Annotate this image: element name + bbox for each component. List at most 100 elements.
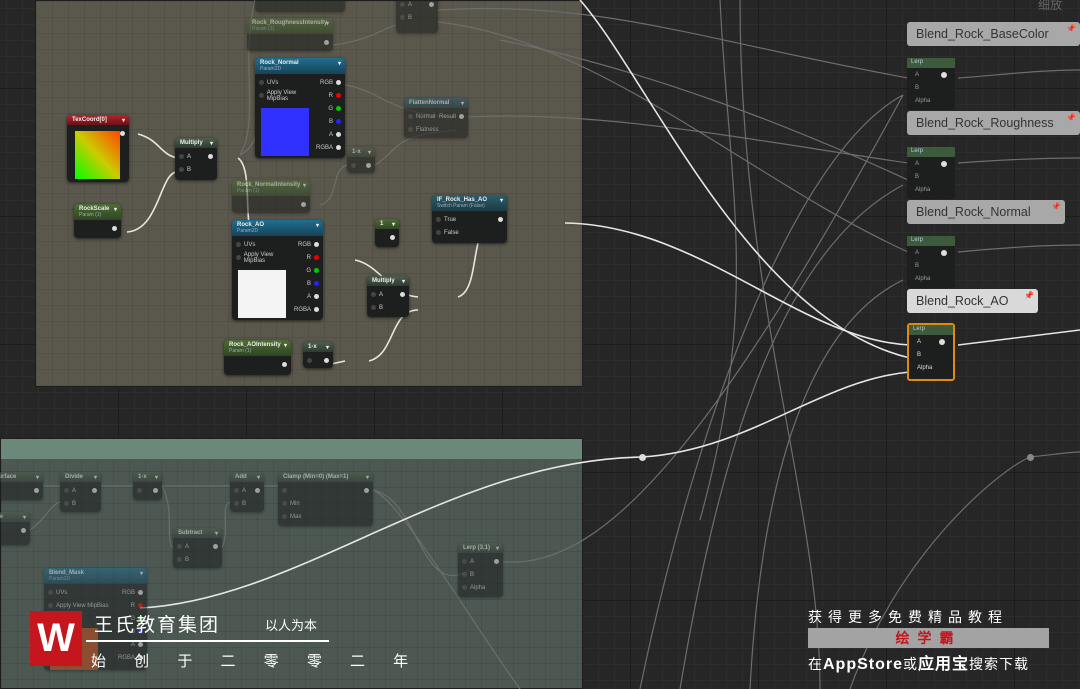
lerp-pin[interactable]: B <box>907 81 955 94</box>
input-pin[interactable]: UVs <box>48 586 109 599</box>
pin-dot[interactable] <box>282 501 287 506</box>
chevron-down-icon[interactable]: ▾ <box>284 342 287 349</box>
output-pin[interactable]: G <box>316 102 341 115</box>
lerp-pin[interactable]: Alpha <box>909 361 953 374</box>
node-title[interactable]: Add ▾ <box>230 472 264 482</box>
input-pin[interactable] <box>137 484 145 497</box>
pin-dot[interactable] <box>234 501 239 506</box>
node-title[interactable]: 1 ▾ <box>375 219 399 229</box>
input-pin[interactable]: A <box>177 540 189 553</box>
lerp-pin[interactable]: A <box>907 157 955 170</box>
node-add[interactable]: Add ▾ A B <box>230 472 264 512</box>
input-pin[interactable]: B <box>179 163 191 176</box>
input-pin[interactable] <box>282 484 301 497</box>
lerp-node[interactable]: Lerp A B Alpha <box>907 147 955 199</box>
output-pin[interactable]: RGB <box>316 76 341 89</box>
pin-dot[interactable] <box>436 230 441 235</box>
pin-dot[interactable] <box>459 114 464 119</box>
input-pin[interactable] <box>307 354 315 367</box>
input-pin[interactable]: A <box>400 0 412 11</box>
chevron-down-icon[interactable]: ▾ <box>257 474 260 481</box>
output-pin[interactable] <box>387 231 395 244</box>
chevron-down-icon[interactable]: ▾ <box>326 344 329 351</box>
chevron-down-icon[interactable]: ▾ <box>215 530 218 537</box>
comment-bubble[interactable]: Blend_Rock_BaseColor 📌 <box>907 22 1080 46</box>
node-top-texture[interactable]: ▾RGBA <box>255 0 345 12</box>
input-pin[interactable]: True <box>436 213 459 226</box>
input-pin[interactable]: B <box>400 11 412 24</box>
pin-dot[interactable] <box>208 154 213 159</box>
pin-icon[interactable]: 📌 <box>1051 202 1061 211</box>
output-pin[interactable] <box>361 484 369 497</box>
node-subtract[interactable]: Subtract ▾ A B <box>173 528 222 568</box>
input-pin[interactable]: B <box>177 553 189 566</box>
input-pin[interactable]: A <box>179 150 191 163</box>
output-pin[interactable]: RGBA <box>294 303 319 316</box>
output-pin[interactable] <box>495 213 503 226</box>
chevron-down-icon[interactable]: ▾ <box>316 222 319 229</box>
pin-dot[interactable] <box>138 603 143 608</box>
output-pin[interactable]: B <box>294 277 319 290</box>
input-pin[interactable]: Normal <box>408 110 439 123</box>
node-title[interactable]: Rock_NormalIntensity Param (1) ▾ <box>232 180 310 196</box>
input-pin[interactable]: B <box>64 497 76 510</box>
pin-dot[interactable] <box>301 202 306 207</box>
node-title[interactable]: IF_Rock_Has_AO Switch Param (False) ▾ <box>432 195 507 211</box>
lerp-pin[interactable]: Alpha <box>907 94 955 107</box>
output-pin[interactable]: RGB <box>118 586 143 599</box>
output-pin[interactable] <box>298 198 306 211</box>
input-pin[interactable]: B <box>234 497 246 510</box>
output-pin[interactable] <box>279 358 287 371</box>
lerp-pin[interactable]: B <box>907 259 955 272</box>
pin-dot[interactable] <box>137 488 142 493</box>
node-mult1[interactable]: Multiply ▾ A B <box>175 138 217 180</box>
pin-dot[interactable] <box>371 292 376 297</box>
lerp-title[interactable]: Lerp <box>907 147 955 157</box>
pin-dot[interactable] <box>400 15 405 20</box>
pin-dot[interactable] <box>429 2 434 7</box>
output-pin[interactable]: A <box>294 290 319 303</box>
pin-dot[interactable] <box>138 642 143 647</box>
pin-dot[interactable] <box>371 305 376 310</box>
node-title[interactable]: Rock_Normal Param2D ▾ <box>255 58 345 74</box>
input-pin[interactable]: Min <box>282 497 301 510</box>
pin-icon[interactable]: 📌 <box>1066 24 1076 33</box>
chevron-down-icon[interactable]: ▾ <box>23 514 26 521</box>
pin-dot[interactable] <box>282 514 287 519</box>
pin-dot[interactable] <box>314 242 319 247</box>
pin-dot[interactable] <box>120 131 125 136</box>
pin-dot[interactable] <box>436 217 441 222</box>
pin-dot[interactable] <box>408 127 413 132</box>
lerp-pin[interactable]: B <box>907 170 955 183</box>
chevron-down-icon[interactable]: ▾ <box>114 206 117 213</box>
lerp-pin[interactable]: A <box>909 335 953 348</box>
output-pin[interactable] <box>426 0 434 11</box>
node-title[interactable]: Rock_AOIntensity Param (1) ▾ <box>224 340 291 356</box>
pin-dot[interactable] <box>307 358 312 363</box>
reroute-node[interactable] <box>639 454 646 461</box>
pin-dot[interactable] <box>92 488 97 493</box>
node-title[interactable]: urface ▾ <box>0 512 30 522</box>
comment-bubble[interactable]: Blend_Rock_Normal 📌 <box>907 200 1065 224</box>
input-pin[interactable]: UVs <box>259 76 316 89</box>
pin-dot[interactable] <box>314 281 319 286</box>
chevron-down-icon[interactable]: ▾ <box>122 117 125 124</box>
pin-dot[interactable] <box>324 358 329 363</box>
pin-dot[interactable] <box>48 603 53 608</box>
output-pin[interactable] <box>491 555 499 568</box>
node-const1[interactable]: 1 ▾ <box>375 219 399 247</box>
chevron-down-icon[interactable]: ▾ <box>392 221 395 228</box>
output-pin[interactable]: R <box>294 251 319 264</box>
pin-dot[interactable] <box>462 572 467 577</box>
lerp-pin[interactable]: Alpha <box>907 272 955 285</box>
node-title[interactable]: Rock_RoughnessIntensity Param (1) ▾ <box>247 18 333 34</box>
node-title[interactable]: 1-x ▾ <box>347 147 375 157</box>
chevron-down-icon[interactable]: ▾ <box>366 474 369 481</box>
lerp-node[interactable]: Lerp A B Alpha <box>907 236 955 288</box>
output-pin[interactable] <box>363 159 371 172</box>
node-title[interactable]: Multiply ▾ <box>367 276 409 286</box>
node-title[interactable]: Multiply ▾ <box>175 138 217 148</box>
comment-header[interactable] <box>1 439 582 459</box>
lerp-node[interactable]: Lerp A B Alpha <box>907 58 955 110</box>
output-pin[interactable]: G <box>294 264 319 277</box>
